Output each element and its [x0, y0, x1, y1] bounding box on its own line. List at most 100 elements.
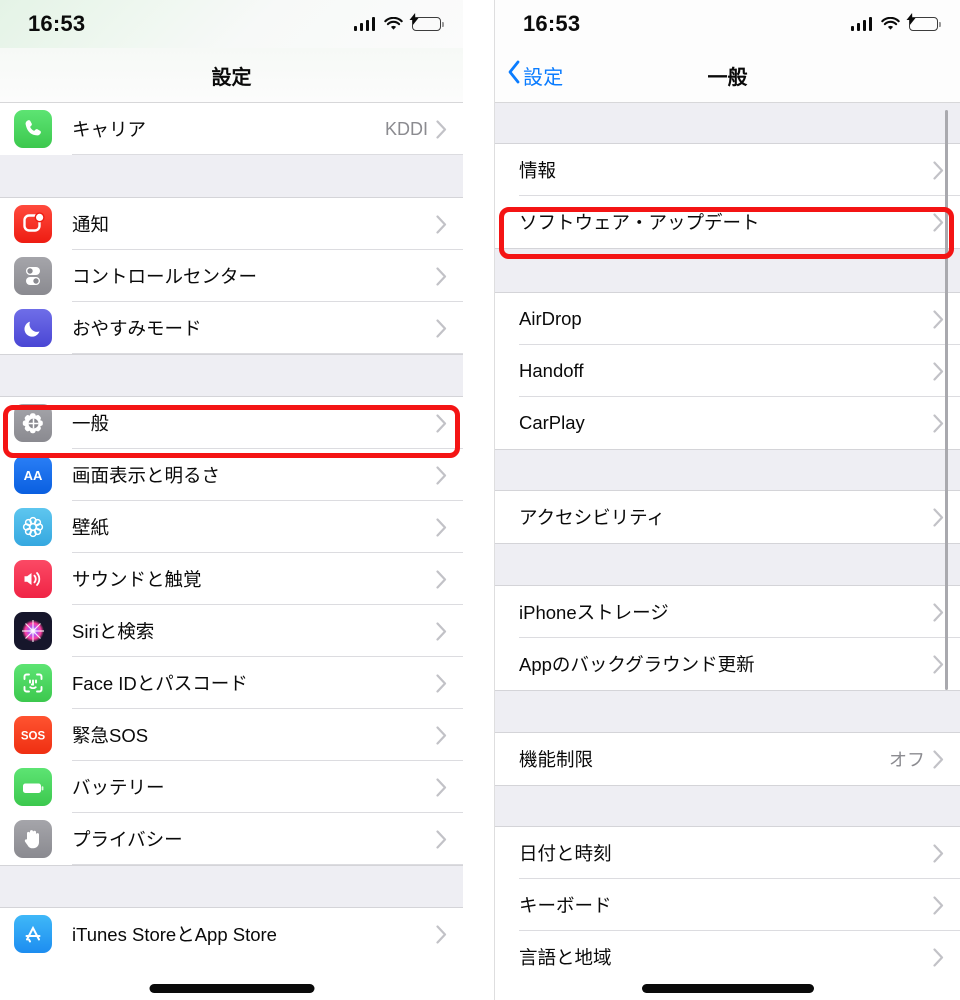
list-item-notifications[interactable]: 通知 [0, 198, 463, 250]
chevron-right-icon [436, 924, 463, 944]
list-item-label: 画面表示と明るさ [72, 465, 221, 486]
list-item-language-region[interactable]: 言語と地域 [495, 931, 960, 983]
list-item-siri-search[interactable]: Siriと検索 [0, 605, 463, 657]
control-center-icon [14, 257, 52, 295]
list-item-face-id-passcode[interactable]: Face IDとパスコード [0, 657, 463, 709]
chevron-right-icon [436, 318, 463, 338]
settings-list: キャリア KDDI 通知 コントロールセンター おやすみモード 一般 AA 画面… [0, 103, 463, 960]
section-gap [495, 690, 960, 733]
svg-text:SOS: SOS [21, 731, 46, 743]
status-bar-right: 16:53 [495, 0, 960, 48]
list-item-background-app-refresh[interactable]: Appのバックグラウンド更新 [495, 638, 960, 690]
nav-bar-left: 設定 [0, 48, 463, 103]
page-title-left: 設定 [211, 66, 252, 89]
phone-icon [14, 110, 52, 148]
status-bar-icons [353, 13, 444, 31]
chevron-right-icon [436, 465, 463, 485]
section-gap [495, 248, 960, 293]
list-item-label: ソフトウェア・アップデート [519, 212, 760, 233]
list-item-iphone-storage[interactable]: iPhoneストレージ [495, 586, 960, 638]
chevron-right-icon [436, 725, 463, 745]
gear-icon [14, 404, 52, 442]
chevron-right-icon [436, 829, 463, 849]
chevron-right-icon [436, 266, 463, 286]
list-item-keyboard[interactable]: キーボード [495, 879, 960, 931]
list-item-about[interactable]: 情報 [495, 144, 960, 196]
list-item-restrictions[interactable]: 機能制限 オフ [495, 733, 960, 785]
chevron-right-icon [436, 119, 463, 139]
cellular-bars-icon [850, 17, 872, 31]
vertical-scrollbar[interactable] [944, 110, 948, 690]
chevron-right-icon [933, 749, 960, 769]
list-item-airdrop[interactable]: AirDrop [495, 293, 960, 345]
chevron-right-icon [436, 569, 463, 589]
section-gap [495, 103, 960, 144]
list-item-label: アクセシビリティ [519, 507, 665, 528]
list-item-label: Face IDとパスコード [72, 673, 248, 694]
list-item-label: 機能制限 [519, 749, 594, 770]
chevron-right-icon [436, 517, 463, 537]
list-item-label: おやすみモード [72, 318, 202, 339]
home-indicator-left [149, 984, 314, 993]
svg-text:AA: AA [24, 468, 43, 483]
list-item-software-update[interactable]: ソフトウェア・アップデート [495, 196, 960, 248]
notifications-icon [14, 205, 52, 243]
list-item-label: キーボード [519, 895, 612, 916]
list-item-value: KDDI [384, 118, 428, 139]
privacy-hand-icon [14, 820, 52, 858]
list-item-label: 言語と地域 [519, 947, 612, 968]
chevron-right-icon [436, 214, 463, 234]
panel-gap [463, 0, 494, 1000]
chevron-right-icon [933, 895, 960, 915]
back-button[interactable]: 設定 [507, 60, 563, 90]
list-item-date-time[interactable]: 日付と時刻 [495, 827, 960, 879]
list-item-sounds-haptics[interactable]: サウンドと触覚 [0, 553, 463, 605]
list-item-label: Handoff [519, 360, 584, 381]
cellular-bars-icon [353, 17, 375, 31]
list-item-label: iPhoneストレージ [519, 602, 669, 623]
chevron-right-icon [436, 413, 463, 433]
list-item-display-brightness[interactable]: AA 画面表示と明るさ [0, 449, 463, 501]
app-store-icon [14, 915, 52, 953]
list-item-emergency-sos[interactable]: SOS 緊急SOS [0, 709, 463, 761]
battery-charging-icon [409, 13, 444, 31]
battery-charging-icon [906, 13, 941, 31]
list-item-accessibility[interactable]: アクセシビリティ [495, 491, 960, 543]
list-item-general[interactable]: 一般 [0, 397, 463, 449]
battery-icon [14, 768, 52, 806]
list-item-itunes-app-store[interactable]: iTunes StoreとApp Store [0, 908, 463, 960]
sound-haptics-icon [14, 560, 52, 598]
list-item-label: 日付と時刻 [519, 843, 612, 864]
list-item-label: バッテリー [72, 777, 165, 798]
chevron-right-icon [436, 673, 463, 693]
list-item-label: 情報 [519, 160, 557, 181]
list-item-privacy[interactable]: プライバシー [0, 813, 463, 865]
chevron-right-icon [436, 621, 463, 641]
list-item-label: プライバシー [72, 829, 183, 850]
list-item-carrier[interactable]: キャリア KDDI [0, 103, 463, 155]
face-id-icon [14, 664, 52, 702]
list-item-wallpaper[interactable]: 壁紙 [0, 501, 463, 553]
status-bar-left: 16:53 [0, 0, 463, 48]
wifi-icon [384, 17, 403, 31]
list-item-handoff[interactable]: Handoff [495, 345, 960, 397]
dual-screenshot-stage: 16:53 設定 キャリア KDDI 通知 コントロールセンター おやすみモード… [0, 0, 960, 1000]
list-item-label: 一般 [72, 413, 110, 434]
section-gap [495, 449, 960, 491]
status-bar-clock: 16:53 [523, 11, 581, 36]
wifi-icon [881, 17, 900, 31]
section-gap [0, 354, 463, 397]
chevron-right-icon [933, 947, 960, 967]
home-indicator-right [641, 984, 814, 993]
chevron-left-icon [507, 60, 521, 90]
list-item-carplay[interactable]: CarPlay [495, 397, 960, 449]
list-item-battery[interactable]: バッテリー [0, 761, 463, 813]
list-item-control-center[interactable]: コントロールセンター [0, 250, 463, 302]
row-separator [72, 864, 463, 865]
general-list: 情報 ソフトウェア・アップデート AirDrop Handoff CarPlay… [495, 103, 960, 983]
list-item-do-not-disturb[interactable]: おやすみモード [0, 302, 463, 354]
list-item-label: コントロールセンター [72, 266, 258, 287]
list-item-label: AirDrop [519, 308, 582, 329]
section-gap [0, 155, 463, 198]
wallpaper-icon [14, 508, 52, 546]
